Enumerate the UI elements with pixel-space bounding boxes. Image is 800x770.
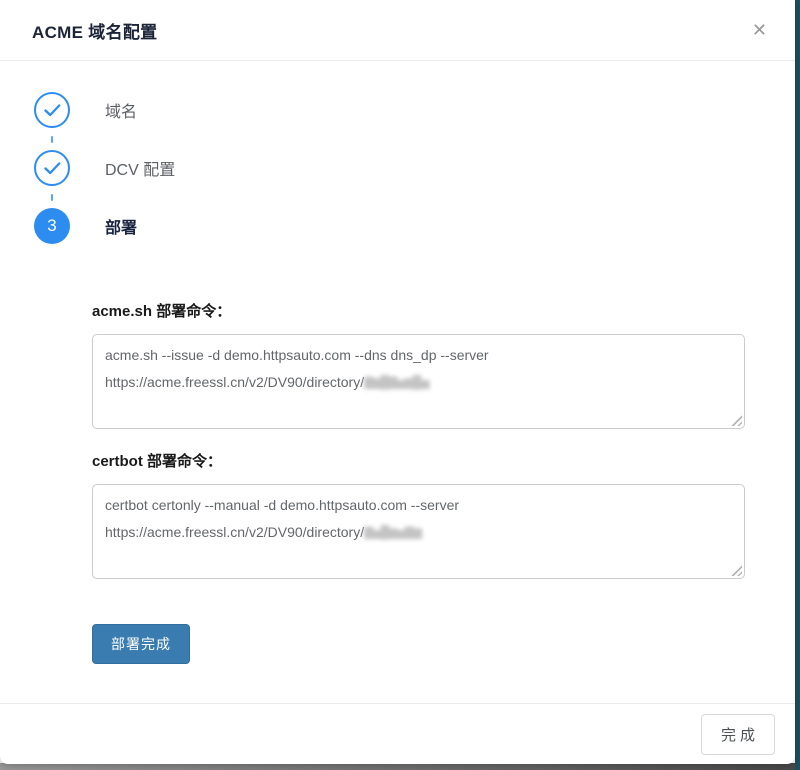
check-icon bbox=[44, 104, 61, 117]
certbot-command-url-prefix: https://acme.freessl.cn/v2/DV90/director… bbox=[105, 524, 364, 540]
step-connector bbox=[34, 186, 70, 208]
step-3-label: 部署 bbox=[105, 214, 137, 238]
acme-command-label: acme.sh 部署命令： bbox=[92, 300, 745, 321]
modal-header: ACME 域名配置 ✕ bbox=[0, 0, 795, 61]
modal-footer: 完成 bbox=[0, 703, 795, 764]
certbot-command-line2: https://acme.freessl.cn/v2/DV90/director… bbox=[105, 519, 732, 547]
certbot-command-field: certbot 部署命令： certbot certonly --manual … bbox=[92, 450, 745, 579]
certbot-command-line1: certbot certonly --manual -d demo.httpsa… bbox=[105, 492, 732, 519]
certbot-command-label: certbot 部署命令： bbox=[92, 450, 745, 471]
redacted-token: ▇▆█▇▅▆█▅ bbox=[364, 369, 428, 396]
redacted-token: ▇▅█▆▅▇▆ bbox=[364, 519, 421, 546]
step-1-circle bbox=[34, 92, 70, 128]
deploy-complete-button[interactable]: 部署完成 bbox=[92, 624, 190, 664]
step-deploy: 3 部署 bbox=[34, 208, 334, 244]
step-1-label: 域名 bbox=[105, 98, 137, 122]
acme-command-line1: acme.sh --issue -d demo.httpsauto.com --… bbox=[105, 342, 732, 369]
page-background-bottom bbox=[0, 763, 795, 770]
acme-domain-config-modal: ACME 域名配置 ✕ 域名 DCV 配置 3 部署 bbox=[0, 0, 795, 764]
acme-command-line2: https://acme.freessl.cn/v2/DV90/director… bbox=[105, 369, 732, 397]
step-2-circle bbox=[34, 150, 70, 186]
certbot-command-textarea[interactable]: certbot certonly --manual -d demo.httpsa… bbox=[92, 484, 745, 579]
acme-command-textarea[interactable]: acme.sh --issue -d demo.httpsauto.com --… bbox=[92, 334, 745, 429]
resize-handle-icon[interactable] bbox=[731, 415, 742, 426]
acme-command-url-prefix: https://acme.freessl.cn/v2/DV90/director… bbox=[105, 374, 364, 390]
modal-title: ACME 域名配置 bbox=[32, 18, 157, 43]
acme-command-field: acme.sh 部署命令： acme.sh --issue -d demo.ht… bbox=[92, 300, 745, 429]
check-icon bbox=[44, 162, 61, 175]
resize-handle-icon[interactable] bbox=[731, 565, 742, 576]
steps-wizard: 域名 DCV 配置 3 部署 bbox=[34, 92, 334, 244]
close-icon[interactable]: ✕ bbox=[748, 17, 771, 43]
page-background-right bbox=[795, 0, 800, 770]
step-3-circle: 3 bbox=[34, 208, 70, 244]
step-connector bbox=[34, 128, 70, 150]
deploy-commands-section: acme.sh 部署命令： acme.sh --issue -d demo.ht… bbox=[92, 300, 745, 664]
step-dcv-config: DCV 配置 bbox=[34, 150, 334, 186]
done-button[interactable]: 完成 bbox=[701, 714, 775, 755]
step-domain: 域名 bbox=[34, 92, 334, 128]
step-2-label: DCV 配置 bbox=[105, 156, 175, 180]
